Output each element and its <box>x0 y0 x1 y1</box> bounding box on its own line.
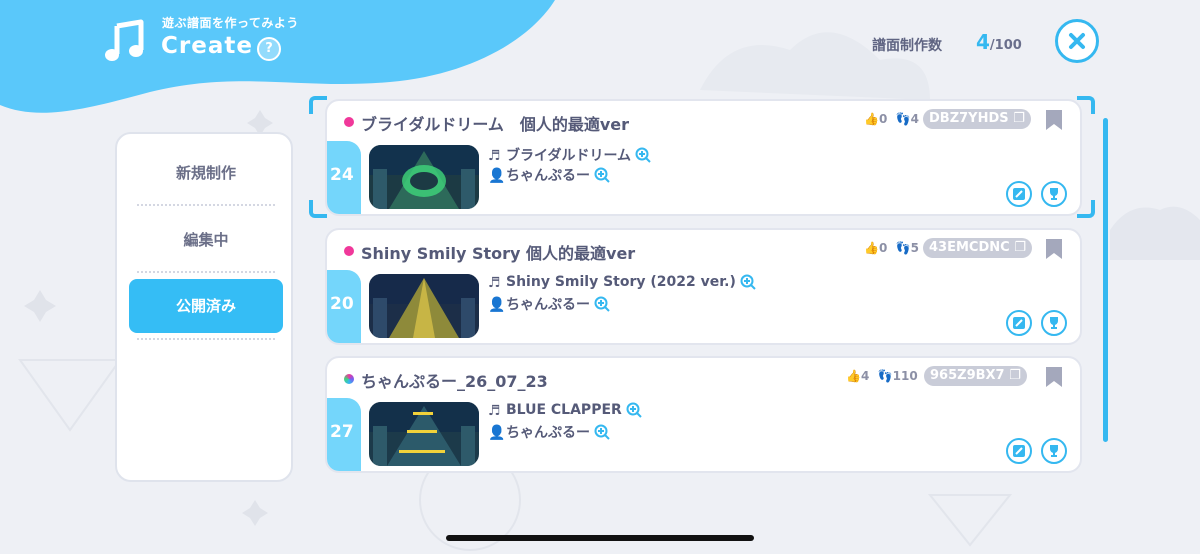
zoom-plus-icon[interactable] <box>594 424 610 440</box>
song-row: ♬ ブライダルドリーム <box>488 145 651 165</box>
chart-card[interactable]: ブライダルドリーム 個人的最適ver 👍0 👣4 DBZ7YHDS ❐ 24 ♬… <box>325 99 1082 216</box>
user-icon: 👤 <box>488 168 506 184</box>
chart-stats: 👍4 👣110 <box>846 369 918 383</box>
home-indicator[interactable] <box>446 535 754 541</box>
level-number: 27 <box>330 422 354 442</box>
sidebar-item-new[interactable]: 新規制作 <box>129 146 283 200</box>
status-dot <box>344 374 354 384</box>
author-name: ちゃんぷるー <box>506 425 590 441</box>
chart-card[interactable]: ちゃんぷるー_26_07_23 👍4 👣110 965Z9BX7 ❐ 27 ♬ … <box>325 356 1082 473</box>
ranking-button[interactable] <box>1041 438 1067 464</box>
ranking-button[interactable] <box>1041 310 1067 336</box>
edit-icon <box>1013 445 1025 457</box>
sidebar-item-editing[interactable]: 編集中 <box>129 213 283 267</box>
user-icon: 👤 <box>488 425 506 441</box>
author-name: ちゃんぷるー <box>506 168 590 184</box>
music-note-icon: ♬ <box>488 148 501 164</box>
chart-thumbnail <box>369 402 479 466</box>
play-count: 4 <box>910 112 919 126</box>
trophy-icon <box>1050 317 1058 329</box>
edit-chart-button[interactable] <box>1006 310 1032 336</box>
chart-code-badge[interactable]: DBZ7YHDS ❐ <box>923 109 1031 129</box>
chart-card[interactable]: Shiny Smily Story 個人的最適ver 👍0 👣5 43EMCDN… <box>325 228 1082 345</box>
chart-code: DBZ7YHDS <box>929 111 1009 126</box>
chart-code-badge[interactable]: 965Z9BX7 ❐ <box>924 366 1027 386</box>
play-count: 5 <box>910 241 919 255</box>
song-row: ♬ Shiny Smily Story (2022 ver.) <box>488 274 756 291</box>
bookmark-icon[interactable] <box>1045 109 1063 131</box>
sidebar-divider <box>137 338 275 340</box>
chart-stats: 👍0 👣5 <box>864 241 919 255</box>
chart-title: ブライダルドリーム 個人的最適ver <box>361 115 630 134</box>
author-row: 👤 ちゃんぷるー <box>488 422 610 442</box>
edit-icon <box>1013 317 1025 329</box>
like-icon: 👍 <box>864 112 879 126</box>
level-number: 20 <box>330 294 354 314</box>
ranking-button[interactable] <box>1041 181 1067 207</box>
header-subtitle: 遊ぶ譜面を作ってみよう <box>162 16 299 30</box>
bookmark-icon[interactable] <box>1045 366 1063 388</box>
trophy-icon <box>1050 445 1058 457</box>
music-note-icon <box>105 19 144 61</box>
sidebar-divider <box>137 204 275 206</box>
chart-count-value: 4 <box>976 30 990 54</box>
sidebar-divider <box>137 271 275 273</box>
author-row: 👤 ちゃんぷるー <box>488 165 610 185</box>
zoom-plus-icon[interactable] <box>635 147 651 163</box>
copy-icon: ❐ <box>1009 368 1021 383</box>
status-dot <box>344 246 354 256</box>
chart-title: ちゃんぷるー_26_07_23 <box>361 372 548 391</box>
chart-code: 43EMCDNC <box>929 240 1010 255</box>
chart-code-badge[interactable]: 43EMCDNC ❐ <box>923 238 1032 258</box>
chart-count: 4/100 <box>976 30 1022 54</box>
play-icon: 👣 <box>877 369 893 383</box>
sidebar-item-published[interactable]: 公開済み <box>129 279 283 333</box>
page-title: Create <box>161 33 253 59</box>
author-row: 👤 ちゃんぷるー <box>488 294 610 314</box>
edit-icon <box>1013 188 1025 200</box>
help-icon[interactable]: ? <box>257 37 281 61</box>
bookmark-icon[interactable] <box>1045 238 1063 260</box>
user-icon: 👤 <box>488 297 506 313</box>
trophy-icon <box>1050 188 1058 200</box>
song-title: BLUE CLAPPER <box>506 402 622 418</box>
status-dot <box>344 117 354 127</box>
scrollbar[interactable] <box>1103 118 1108 442</box>
close-button[interactable] <box>1055 19 1099 63</box>
play-icon: 👣 <box>895 241 911 255</box>
level-number: 24 <box>330 165 354 185</box>
music-note-icon: ♬ <box>488 275 501 291</box>
edit-chart-button[interactable] <box>1006 181 1032 207</box>
zoom-plus-icon[interactable] <box>740 274 756 290</box>
copy-icon: ❐ <box>1013 111 1025 126</box>
like-count: 0 <box>878 112 888 126</box>
song-row: ♬ BLUE CLAPPER <box>488 402 642 419</box>
play-icon: 👣 <box>895 112 911 126</box>
zoom-plus-icon[interactable] <box>626 402 642 418</box>
song-title: ブライダルドリーム <box>506 148 632 164</box>
chart-title: Shiny Smily Story 個人的最適ver <box>361 244 636 263</box>
chart-count-label: 譜面制作数 <box>872 38 942 54</box>
music-note-icon: ♬ <box>488 403 501 419</box>
chart-thumbnail <box>369 274 479 338</box>
edit-chart-button[interactable] <box>1006 438 1032 464</box>
play-count: 110 <box>892 369 918 383</box>
zoom-plus-icon[interactable] <box>594 296 610 312</box>
chart-code: 965Z9BX7 <box>930 368 1005 383</box>
sidebar: 新規制作 編集中 公開済み <box>115 132 293 482</box>
like-icon: 👍 <box>864 241 879 255</box>
close-icon <box>1069 33 1085 49</box>
chart-count-max: /100 <box>989 38 1022 53</box>
chart-thumbnail <box>369 145 479 209</box>
like-count: 0 <box>878 241 888 255</box>
like-count: 4 <box>860 369 870 383</box>
copy-icon: ❐ <box>1014 240 1026 255</box>
zoom-plus-icon[interactable] <box>594 167 610 183</box>
chart-stats: 👍0 👣4 <box>864 112 919 126</box>
song-title: Shiny Smily Story (2022 ver.) <box>506 274 736 290</box>
like-icon: 👍 <box>846 369 861 383</box>
author-name: ちゃんぷるー <box>506 297 590 313</box>
